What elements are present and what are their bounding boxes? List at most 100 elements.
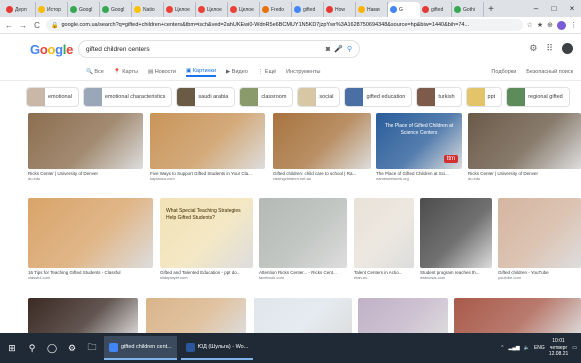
- browser-tab[interactable]: Natio: [132, 2, 164, 17]
- image-result[interactable]: [146, 298, 246, 333]
- gear-icon[interactable]: ⚙: [529, 43, 537, 54]
- result-thumbnail[interactable]: [498, 198, 581, 268]
- image-result[interactable]: [358, 298, 448, 333]
- browser-tab[interactable]: Googl: [100, 2, 132, 17]
- tab-2[interactable]: ▤ Новости: [148, 69, 176, 75]
- taskbar-app-chrome[interactable]: gifted children cent...: [104, 336, 177, 360]
- image-result[interactable]: The Place of Gifted Children at Science …: [376, 113, 462, 181]
- browser-tab[interactable]: Целое: [228, 2, 260, 17]
- image-result[interactable]: Ricks Center | University of Denver du.ed…: [468, 113, 581, 181]
- result-thumbnail[interactable]: [146, 298, 246, 333]
- collections-link[interactable]: Подборки: [491, 69, 516, 75]
- minimize-icon[interactable]: –: [527, 0, 545, 17]
- notifications-icon[interactable]: ▭: [572, 345, 577, 351]
- related-chip[interactable]: emotional characteristics: [82, 87, 173, 107]
- network-icon[interactable]: ▂▄▆: [508, 345, 519, 351]
- maximize-icon[interactable]: □: [545, 0, 563, 17]
- related-chip[interactable]: emotional: [26, 87, 79, 107]
- account-avatar[interactable]: [562, 43, 573, 54]
- new-tab-button[interactable]: +: [484, 2, 498, 17]
- taskbar-app-word[interactable]: ЮД (Шульга) - Wo...: [180, 336, 254, 360]
- result-thumbnail[interactable]: What Special Teaching Strategies Help Gi…: [160, 198, 253, 268]
- related-chip[interactable]: gifted education: [344, 87, 413, 107]
- image-result[interactable]: [454, 298, 581, 333]
- result-thumbnail[interactable]: [254, 298, 352, 333]
- close-icon[interactable]: ×: [563, 0, 581, 17]
- result-thumbnail[interactable]: [28, 198, 153, 268]
- profile-avatar[interactable]: [557, 20, 566, 30]
- search-icon[interactable]: ⚲: [347, 45, 352, 53]
- browser-tab[interactable]: Gothi: [452, 2, 484, 17]
- result-thumbnail[interactable]: [468, 113, 581, 169]
- related-chip[interactable]: saudi arabia: [176, 87, 236, 107]
- result-thumbnail[interactable]: The Place of Gifted Children at Science …: [376, 113, 462, 169]
- forward-icon[interactable]: →: [18, 21, 28, 30]
- image-result[interactable]: Attention Ricks Center... - Ricks Cent..…: [259, 198, 347, 280]
- search-input[interactable]: gifted children centers: [86, 46, 322, 53]
- google-logo[interactable]: Google: [30, 42, 73, 57]
- windows-start-icon[interactable]: ⊞: [4, 340, 20, 356]
- result-thumbnail[interactable]: [28, 113, 143, 169]
- clock[interactable]: 10:01 четверг 12.08.21: [549, 338, 568, 358]
- browser-tab[interactable]: Истор: [36, 2, 68, 17]
- file-explorer-icon[interactable]: 🗀: [84, 340, 100, 356]
- image-result[interactable]: Ricks Center | University of Denver du.ed…: [28, 113, 143, 181]
- image-result[interactable]: 16 Tips for Teaching Gifted Students - C…: [28, 198, 153, 280]
- camera-search-icon[interactable]: ◙: [326, 46, 330, 53]
- tab-5[interactable]: ⋮ Ещё: [258, 69, 276, 75]
- browser-tab[interactable]: Целое: [164, 2, 196, 17]
- language-indicator[interactable]: ENG: [534, 345, 545, 351]
- result-thumbnail[interactable]: [28, 298, 138, 333]
- volume-icon[interactable]: 🔈: [524, 345, 530, 351]
- related-chip[interactable]: ppt: [465, 87, 503, 107]
- browser-tab[interactable]: Дерп: [4, 2, 36, 17]
- result-thumbnail[interactable]: [358, 298, 448, 333]
- extension-icon[interactable]: ★: [537, 21, 543, 30]
- image-result[interactable]: Talent Centers in Actio... etan.eu: [354, 198, 414, 280]
- result-thumbnail[interactable]: [150, 113, 265, 169]
- apps-grid-icon[interactable]: ⠿: [546, 43, 553, 54]
- image-result[interactable]: Student program reaches th... wsbnews.com: [420, 198, 492, 280]
- tab-1[interactable]: 📍 Карты: [114, 69, 138, 75]
- browser-tab[interactable]: Нами: [356, 2, 388, 17]
- result-thumbnail[interactable]: [354, 198, 414, 268]
- search-box[interactable]: gifted children centers ◙ 🎤 ⚲: [78, 40, 360, 58]
- result-thumbnail[interactable]: [259, 198, 347, 268]
- settings-icon[interactable]: ⚙: [64, 340, 80, 356]
- safesearch-link[interactable]: Безопасный поиск: [526, 69, 573, 75]
- browser-menu-icon[interactable]: ⋮: [570, 21, 577, 30]
- result-thumbnail[interactable]: [273, 113, 371, 169]
- related-chip[interactable]: turkish: [416, 87, 462, 107]
- search-icon[interactable]: ⚲: [24, 340, 40, 356]
- tab-6[interactable]: Инструменты: [286, 69, 320, 75]
- browser-tab[interactable]: gifted: [420, 2, 452, 17]
- task-view-icon[interactable]: ◯: [44, 340, 60, 356]
- back-icon[interactable]: ←: [4, 21, 14, 30]
- tab-0[interactable]: 🔍 Все: [86, 69, 104, 75]
- extensions-puzzle-icon[interactable]: ⊕: [547, 21, 553, 30]
- browser-tab[interactable]: Googl: [68, 2, 100, 17]
- related-chip[interactable]: classroom: [239, 87, 294, 107]
- image-result[interactable]: [254, 298, 352, 333]
- image-result[interactable]: [28, 298, 138, 333]
- browser-tab[interactable]: Целое: [196, 2, 228, 17]
- tray-expand-icon[interactable]: ⌃: [500, 345, 504, 351]
- result-thumbnail[interactable]: [454, 298, 581, 333]
- browser-tab[interactable]: gifted: [292, 2, 324, 17]
- tab-4[interactable]: ▶ Видео: [226, 69, 248, 75]
- reload-icon[interactable]: C: [32, 21, 42, 30]
- image-result[interactable]: Gifted children: child care to school | …: [273, 113, 371, 181]
- browser-tab[interactable]: Fredo: [260, 2, 292, 17]
- related-chip[interactable]: social: [297, 87, 341, 107]
- image-result[interactable]: What Special Teaching Strategies Help Gi…: [160, 198, 253, 280]
- image-result[interactable]: Five Ways to Support Gifted Students in …: [150, 113, 265, 181]
- tab-3[interactable]: ▣ Картинки: [185, 68, 217, 77]
- result-thumbnail[interactable]: [420, 198, 492, 268]
- bookmark-star-icon[interactable]: ☆: [527, 21, 533, 30]
- browser-tab[interactable]: How: [324, 2, 356, 17]
- microphone-icon[interactable]: 🎤: [334, 45, 343, 53]
- related-chip[interactable]: regional gifted: [506, 87, 570, 107]
- browser-tab[interactable]: G: [388, 2, 420, 17]
- url-field[interactable]: 🔒 google.com.ua/search?q=gifted+children…: [46, 19, 523, 31]
- image-result[interactable]: Gifted children - YouTube youtube.com: [498, 198, 581, 280]
